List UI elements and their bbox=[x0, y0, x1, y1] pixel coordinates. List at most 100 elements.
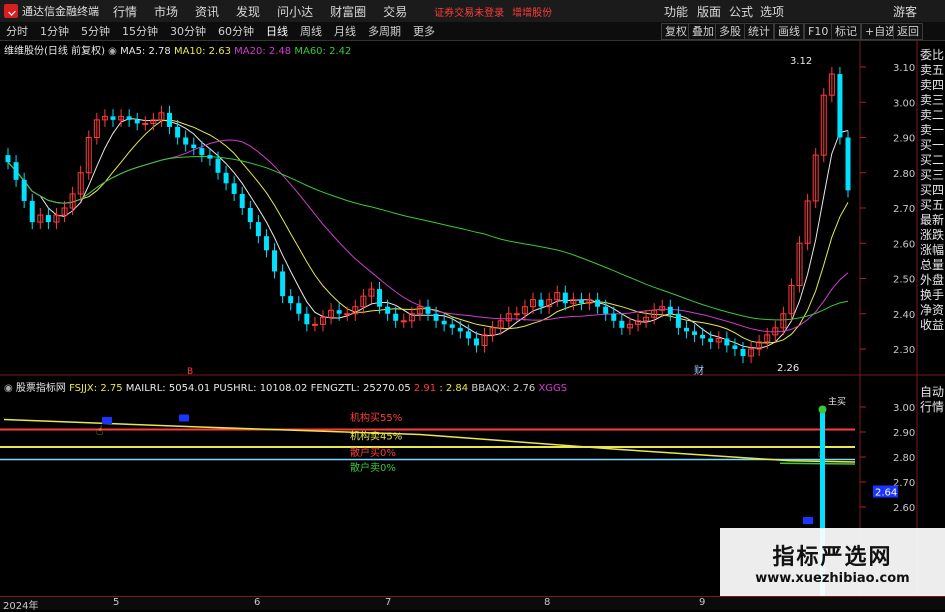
period-tab[interactable]: 15分钟 bbox=[122, 23, 158, 39]
period-tab[interactable]: 5分钟 bbox=[81, 23, 110, 39]
period-tab[interactable]: 60分钟 bbox=[218, 23, 254, 39]
period-tab[interactable]: 1分钟 bbox=[40, 23, 69, 39]
axis-label: 2.30 bbox=[893, 345, 915, 356]
candle-body bbox=[167, 112, 173, 127]
stock-name: 维维股份(日线 前复权) bbox=[4, 46, 105, 57]
side-panel-item[interactable]: 卖三 bbox=[919, 93, 945, 108]
menu-news[interactable]: 资讯 bbox=[195, 3, 219, 20]
signal-square bbox=[179, 414, 189, 422]
candle-body bbox=[336, 310, 342, 314]
side-panel-item[interactable]: 收益 bbox=[919, 318, 945, 333]
app-title: 通达信金融终端 bbox=[22, 5, 99, 18]
date-label: 5 bbox=[113, 597, 120, 608]
side-panel-item[interactable]: 行情 bbox=[919, 400, 945, 415]
candle-body bbox=[126, 116, 132, 120]
side-panel-item[interactable]: 换手 bbox=[919, 288, 945, 303]
period-tab[interactable]: 月线 bbox=[334, 23, 356, 39]
candle-body bbox=[441, 320, 447, 325]
candle-body bbox=[223, 172, 229, 184]
auto-quote-panel[interactable]: 自动 行情 bbox=[919, 385, 945, 415]
candle-body bbox=[692, 331, 698, 335]
side-panel-item[interactable]: 卖四 bbox=[919, 78, 945, 93]
candle-body bbox=[603, 306, 609, 314]
axis-label: 2.90 bbox=[893, 134, 915, 145]
fsjjx-value: FSJJX: 2.75 bbox=[69, 383, 123, 394]
candle-body bbox=[473, 338, 479, 346]
candle-body bbox=[207, 155, 213, 159]
period-tab[interactable]: 周线 bbox=[300, 23, 322, 39]
side-panel-item[interactable]: 买三 bbox=[919, 168, 945, 183]
side-panel-item[interactable]: 买五 bbox=[919, 198, 945, 213]
high-price-label: 3.12 bbox=[790, 56, 812, 67]
menu-discover[interactable]: 发现 bbox=[236, 3, 260, 20]
menu-quotes[interactable]: 行情 bbox=[113, 3, 137, 20]
menu-trade[interactable]: 交易 bbox=[383, 3, 407, 20]
ma10-label: MA10: 2.63 bbox=[173, 46, 231, 57]
candle-body bbox=[110, 116, 116, 120]
period-more[interactable]: 更多 bbox=[413, 23, 435, 39]
period-tab[interactable]: 30分钟 bbox=[170, 23, 206, 39]
candle-body bbox=[538, 299, 544, 307]
menu-function[interactable]: 功能 bbox=[664, 3, 688, 20]
menu-formula[interactable]: 公式 bbox=[729, 3, 753, 20]
level-label: 散户买0% bbox=[350, 446, 396, 459]
stats-button[interactable]: 统计 bbox=[744, 23, 774, 40]
menu-guest[interactable]: 游客 bbox=[893, 3, 917, 20]
mark-button[interactable]: 标记 bbox=[831, 23, 861, 40]
ma-line bbox=[7, 155, 849, 321]
settings-dot-icon[interactable]: ◉ bbox=[4, 383, 13, 394]
menu-layout[interactable]: 版面 bbox=[697, 3, 721, 20]
candle-body bbox=[239, 193, 245, 208]
side-panel-item[interactable]: 自动 bbox=[919, 385, 945, 400]
quote-side-panel[interactable]: 委比 卖五 卖四 卖三 卖二 卖一 买一 买二 买三 买四 买五 最新 涨跌 涨幅 总量 外盘 换手 净资 收益 bbox=[919, 48, 945, 333]
side-panel-item[interactable]: 买二 bbox=[919, 153, 945, 168]
menu-options[interactable]: 选项 bbox=[760, 3, 784, 20]
candle-body bbox=[708, 338, 714, 342]
title-bar: 通达信金融终端 行情 市场 资讯 发现 问小达 财富圈 交易 证券交易未登录 增… bbox=[0, 0, 945, 23]
side-panel-item[interactable]: 卖五 bbox=[919, 63, 945, 78]
side-panel-item[interactable]: 涨跌 bbox=[919, 228, 945, 243]
kline-chart[interactable]: 3.12 2.26 财 B 3.00 2.90 2.80 2.70 2.60 机构买55% 机构卖… bbox=[0, 41, 945, 596]
multi-stock-button[interactable]: 多股 bbox=[715, 23, 745, 40]
side-panel-item[interactable]: 卖二 bbox=[919, 108, 945, 123]
overlay-button[interactable]: 叠加 bbox=[688, 23, 718, 40]
axis-label: 3.10 bbox=[893, 63, 915, 74]
side-panel-item[interactable]: 外盘 bbox=[919, 273, 945, 288]
indicator-legend: ◉ 股票指标网 FSJJX: 2.75 MAILRL: 5054.01 PUSH… bbox=[4, 379, 567, 394]
b-marker: B bbox=[187, 367, 193, 377]
period-tab-daily[interactable]: 日线 bbox=[266, 23, 288, 39]
side-panel-item[interactable]: 卖一 bbox=[919, 123, 945, 138]
axis-label: 3.00 bbox=[893, 98, 915, 109]
side-panel-item[interactable]: 买四 bbox=[919, 183, 945, 198]
candle-body bbox=[199, 148, 205, 156]
date-label: 2024年 bbox=[3, 601, 39, 612]
menu-market[interactable]: 市场 bbox=[154, 3, 178, 20]
stock-tag[interactable]: 增增股份 bbox=[512, 4, 552, 19]
f10-button[interactable]: F10 bbox=[804, 23, 833, 40]
signal-square bbox=[803, 517, 813, 524]
draw-button[interactable]: 画线 bbox=[774, 23, 804, 40]
back-button[interactable]: 返回 bbox=[893, 23, 923, 40]
side-panel-item[interactable]: 买一 bbox=[919, 138, 945, 153]
menu-ask[interactable]: 问小达 bbox=[277, 3, 313, 20]
side-panel-item[interactable]: 净资 bbox=[919, 303, 945, 318]
login-warning[interactable]: 证券交易未登录 bbox=[434, 4, 504, 19]
period-tab[interactable]: 分时 bbox=[6, 23, 28, 39]
candle-body bbox=[344, 313, 351, 316]
axis-label: 2.70 bbox=[893, 204, 915, 215]
side-panel-item[interactable]: 总量 bbox=[919, 258, 945, 273]
settings-dot-icon[interactable]: ◉ bbox=[108, 46, 117, 57]
indicator-name[interactable]: 股票指标网 bbox=[16, 383, 66, 394]
side-panel-item[interactable]: 涨幅 bbox=[919, 243, 945, 258]
axis-label: 2.80 bbox=[893, 169, 915, 180]
candle-body bbox=[619, 320, 625, 328]
menu-wealth[interactable]: 财富圈 bbox=[330, 3, 366, 20]
watermark: 指标严选网 www.xuezhibiao.com bbox=[720, 528, 945, 596]
candle-body bbox=[231, 183, 237, 194]
axis-label: 3.00 bbox=[893, 403, 915, 414]
period-tab[interactable]: 多周期 bbox=[368, 23, 401, 39]
side-panel-item[interactable]: 最新 bbox=[919, 213, 945, 228]
adjust-button[interactable]: 复权 bbox=[661, 23, 691, 40]
side-panel-item[interactable]: 委比 bbox=[919, 48, 945, 63]
candle-body bbox=[288, 296, 294, 304]
